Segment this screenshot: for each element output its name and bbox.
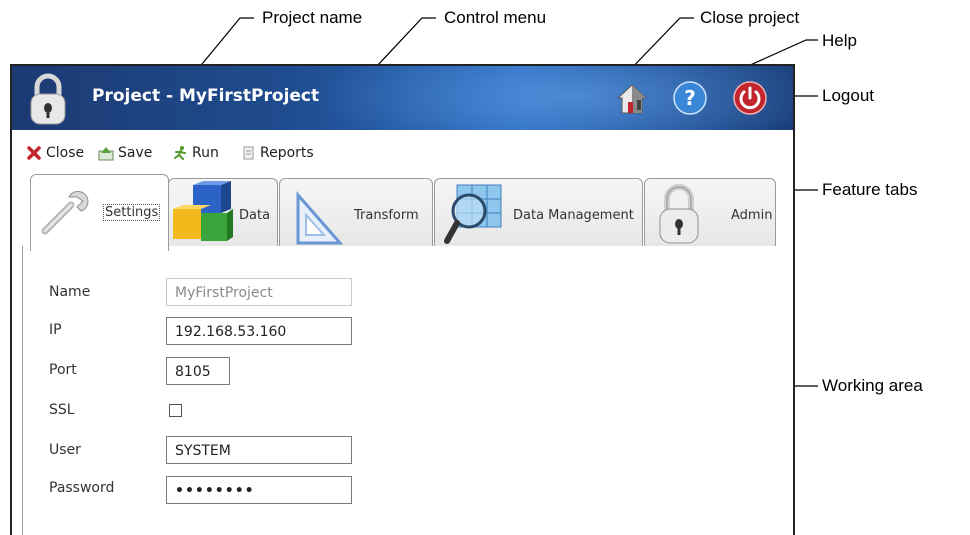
close-x-icon	[27, 146, 41, 160]
tab-settings-label: Settings	[103, 204, 161, 221]
magnifier-grid-icon	[444, 184, 502, 244]
menu-save-label: Save	[118, 145, 153, 161]
ip-field[interactable]: 192.168.53.160	[166, 317, 352, 345]
callout-feature-tabs: Feature tabs	[822, 180, 918, 199]
control-menu: Close Save Run Reports	[12, 130, 793, 174]
callout-working-area: Working area	[822, 376, 923, 395]
password-label: Password	[49, 480, 115, 496]
tab-data-management-label: Data Management	[513, 208, 634, 223]
callout-control-menu: Control menu	[444, 8, 547, 27]
ssl-checkbox[interactable]	[169, 404, 182, 417]
port-label: Port	[49, 362, 77, 378]
padlock-icon	[659, 184, 699, 244]
menu-run[interactable]: Run	[172, 145, 219, 161]
menu-run-label: Run	[192, 145, 219, 161]
tab-data-label: Data	[239, 208, 271, 223]
app-window: Project - MyFirstProject ? Close Save Ru…	[10, 64, 795, 535]
help-icon[interactable]: ?	[672, 80, 708, 116]
menu-save[interactable]: Save	[98, 145, 152, 161]
tab-data[interactable]: Data	[168, 178, 278, 249]
menu-close[interactable]: Close	[26, 145, 84, 161]
ip-label: IP	[49, 322, 62, 338]
callout-project-name: Project name	[262, 8, 363, 27]
wrench-icon	[41, 190, 89, 235]
svg-text:?: ?	[684, 86, 696, 110]
project-title: Project - MyFirstProject	[92, 86, 320, 106]
tab-transform-label: Transform	[354, 208, 419, 223]
tab-data-management[interactable]: Data Management	[434, 178, 643, 249]
working-area: Name MyFirstProject IP 192.168.53.160 Po…	[22, 246, 792, 535]
name-field: MyFirstProject	[166, 278, 352, 306]
reports-icon	[243, 146, 254, 160]
password-field[interactable]: ••••••••	[166, 476, 352, 504]
tab-transform[interactable]: Transform	[279, 178, 433, 249]
tab-admin-label: Admin	[731, 208, 773, 223]
menu-reports-label: Reports	[260, 145, 314, 161]
port-field[interactable]: 8105	[166, 357, 230, 385]
ssl-label: SSL	[49, 402, 75, 418]
tab-settings[interactable]: Settings	[30, 174, 169, 251]
logout-power-icon[interactable]	[732, 80, 768, 116]
menu-close-label: Close	[46, 145, 85, 161]
user-label: User	[49, 442, 81, 458]
close-project-home-icon[interactable]	[614, 80, 650, 116]
user-field[interactable]: SYSTEM	[166, 436, 352, 464]
menu-reports[interactable]: Reports	[240, 145, 314, 161]
cubes-icon	[173, 181, 233, 241]
run-icon	[174, 146, 186, 160]
title-bar: Project - MyFirstProject ?	[12, 66, 793, 130]
tab-admin[interactable]: Admin	[644, 178, 776, 249]
feature-tabs: Settings Data Transform Data Management …	[12, 174, 793, 251]
callout-close-project: Close project	[700, 8, 800, 27]
triangle-ruler-icon	[296, 191, 344, 245]
name-label: Name	[49, 284, 91, 300]
callout-help: Help	[822, 31, 857, 50]
padlock-logo-icon	[30, 73, 66, 125]
save-icon	[98, 147, 114, 161]
callout-logout: Logout	[822, 86, 874, 105]
